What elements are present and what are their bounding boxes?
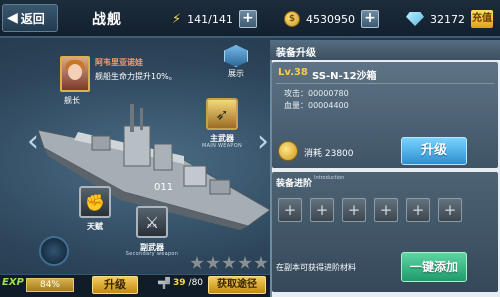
coin-icon: $ xyxy=(284,11,300,27)
captain-skill: 舰船生命力提升10%。 xyxy=(95,72,177,81)
talent-label: 天赋 xyxy=(87,222,103,231)
material-stock: 39/80 xyxy=(158,277,203,289)
recharge-button[interactable]: 充值 xyxy=(471,10,493,28)
gold-value: 4530950 xyxy=(306,12,355,26)
secondary-weapon-sublabel: Secondary weapon xyxy=(125,251,179,257)
diamond-value: 32172 xyxy=(430,12,465,26)
star-icon xyxy=(190,256,204,269)
upgrade-cost: 消耗 23800 xyxy=(304,149,354,159)
advance-material-slot[interactable]: + xyxy=(438,198,462,222)
advance-material-slot[interactable]: + xyxy=(406,198,430,222)
gold-resource: $ 4530950 + xyxy=(284,8,379,30)
sword-icon: ⚔ xyxy=(144,212,160,232)
radar-icon xyxy=(39,236,69,266)
advance-material-slot[interactable]: + xyxy=(342,198,366,222)
secondary-weapon-slot[interactable]: ⚔ xyxy=(136,206,168,238)
stock-current: 39 xyxy=(173,278,186,288)
weapon-name: SS-N-12沙箱 xyxy=(312,71,377,82)
game-screen: ◀ 返回 战舰 ⚡ 141/141 + $ 4530950 + 32172 充值… xyxy=(0,0,500,297)
attack-stat: 攻击：00000780 xyxy=(284,89,349,98)
one-click-add-button[interactable]: 一键添加 xyxy=(401,252,467,282)
back-button[interactable]: ◀ 返回 xyxy=(2,4,58,32)
fuel-value: 141/141 xyxy=(187,12,233,26)
captain-portrait[interactable] xyxy=(60,56,90,92)
lightning-icon: ⚡ xyxy=(172,11,182,27)
talent-slot[interactable]: ✊ xyxy=(79,186,111,218)
star-icon xyxy=(206,256,220,269)
star-icon xyxy=(238,256,252,269)
star-icon xyxy=(222,256,236,269)
get-route-button[interactable]: 获取途径 xyxy=(208,276,266,294)
captain-face xyxy=(68,64,82,80)
advance-material-slot[interactable]: + xyxy=(310,198,334,222)
divider xyxy=(276,83,494,84)
missile-icon: ➶ xyxy=(215,104,229,124)
back-label: 返回 xyxy=(20,11,45,26)
advance-tip: 在副本可获得进阶材料 xyxy=(276,263,356,272)
diamond-resource: 32172 充值 xyxy=(406,8,493,30)
main-weapon-slot[interactable]: ➶ xyxy=(206,98,238,130)
equip-upgrade-title: 装备升级 xyxy=(276,48,316,59)
advance-title: 装备进阶 xyxy=(276,179,313,189)
equip-level: Lv.38 xyxy=(278,67,308,78)
display-button[interactable]: 展示 xyxy=(222,45,250,78)
captain-name: 阿韦里亚诺娃 xyxy=(95,58,143,67)
add-gold-button[interactable]: + xyxy=(361,10,379,28)
exp-label: EXP xyxy=(2,277,24,288)
stock-max: /80 xyxy=(188,278,204,288)
advance-subtitle: Introduction xyxy=(314,175,345,181)
ship-upgrade-button[interactable]: 升级 xyxy=(92,276,138,294)
display-label: 展示 xyxy=(228,69,244,78)
svg-text:011: 011 xyxy=(154,182,173,193)
display-hex-icon xyxy=(224,45,248,67)
add-fuel-button[interactable]: + xyxy=(238,10,257,28)
main-weapon-sublabel: MAIN WEAPON xyxy=(201,143,243,149)
fist-icon: ✊ xyxy=(85,192,105,212)
equip-upgrade-button[interactable]: 升级 xyxy=(401,137,467,165)
star-rating xyxy=(190,256,268,270)
advance-material-slot[interactable]: + xyxy=(374,198,398,222)
advance-material-slot[interactable]: + xyxy=(278,198,302,222)
page-title: 战舰 xyxy=(92,12,122,28)
star-icon xyxy=(254,256,268,269)
back-arrow-icon: ◀ xyxy=(7,10,18,26)
cost-coin-icon xyxy=(278,141,298,161)
diamond-icon xyxy=(406,12,424,26)
fuel-resource: ⚡ 141/141 + xyxy=(172,8,257,30)
hammer-icon xyxy=(158,277,170,289)
exp-value: 84% xyxy=(26,278,74,292)
hp-stat: 血量：00004400 xyxy=(284,101,349,110)
